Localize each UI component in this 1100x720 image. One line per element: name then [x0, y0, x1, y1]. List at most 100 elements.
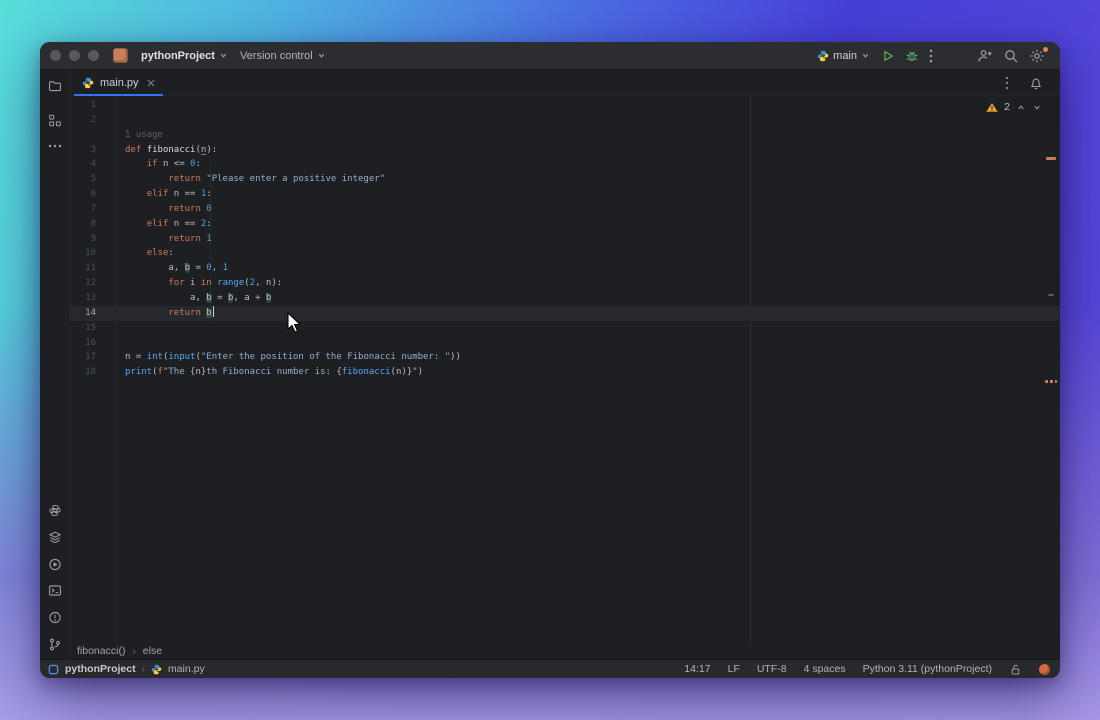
code-row[interactable]: 1	[70, 98, 1060, 113]
code-row[interactable]: 2	[70, 113, 1060, 128]
code-with-me-button[interactable]	[972, 46, 998, 66]
breadcrumb-item-function[interactable]: fibonacci()	[77, 645, 125, 657]
structure-tool-button[interactable]	[43, 108, 67, 132]
line-number[interactable]: 15	[70, 321, 102, 336]
run-config-name: main	[833, 50, 857, 62]
notification-indicator[interactable]	[1039, 664, 1050, 675]
run-configuration-selector[interactable]: main	[811, 47, 876, 65]
inspection-widget[interactable]: 2	[986, 101, 1042, 113]
status-project-name[interactable]: pythonProject	[65, 663, 136, 675]
status-file-name[interactable]: main.py	[168, 663, 205, 675]
breadcrumb-item-block[interactable]: else	[143, 645, 162, 657]
window-minimize-button[interactable]	[69, 50, 80, 61]
code-row[interactable]: 18print(f"The {n}th Fibonacci number is:…	[70, 365, 1060, 380]
problems-tool-button[interactable]	[43, 605, 67, 629]
next-problem-icon[interactable]	[1032, 103, 1042, 112]
code-row[interactable]: 11 a, b = 0, 1	[70, 261, 1060, 276]
line-number[interactable]: 11	[70, 261, 102, 276]
line-separator-widget[interactable]: LF	[728, 663, 740, 675]
project-menu[interactable]: pythonProject	[135, 47, 234, 65]
code-row[interactable]: 6 elif n == 1:	[70, 187, 1060, 202]
line-number[interactable]: 17	[70, 350, 102, 365]
code-row[interactable]: 12 for i in range(2, n):	[70, 276, 1060, 291]
code-line[interactable]: print(f"The {n}th Fibonacci number is: {…	[102, 365, 1060, 380]
tab-main-py[interactable]: main.py	[74, 70, 163, 96]
code-row[interactable]: 17n = int(input("Enter the position of t…	[70, 350, 1060, 365]
indent-widget[interactable]: 4 spaces	[804, 663, 846, 675]
problems-icon	[48, 610, 62, 625]
line-number[interactable]: 6	[70, 187, 102, 202]
code-line[interactable]: a, b = 0, 1	[102, 261, 1060, 276]
usage-hint[interactable]: 1 usage	[102, 128, 1060, 143]
line-number[interactable]: 12	[70, 276, 102, 291]
line-number[interactable]: 2	[70, 113, 102, 128]
tab-options-button[interactable]	[1000, 74, 1014, 92]
code-row[interactable]: 16	[70, 336, 1060, 351]
code-line[interactable]: return b	[102, 306, 1060, 321]
line-number[interactable]: 4	[70, 157, 102, 172]
line-number[interactable]: 3	[70, 143, 102, 158]
code-row[interactable]: 10 else:	[70, 246, 1060, 261]
error-stripe-mark[interactable]	[1048, 294, 1054, 296]
line-number[interactable]: 9	[70, 232, 102, 247]
interpreter-widget[interactable]: Python 3.11 (pythonProject)	[863, 663, 992, 675]
code-line[interactable]: return 1	[102, 232, 1060, 247]
code-line[interactable]: def fibonacci(n):	[102, 143, 1060, 158]
code-row[interactable]: 14 return b	[70, 306, 1060, 321]
lock-open-icon[interactable]	[1009, 663, 1022, 676]
titlebar: pythonProject Version control main	[40, 42, 1060, 70]
terminal-tool-button[interactable]	[43, 578, 67, 602]
line-number[interactable]: 14	[70, 306, 102, 321]
code-row[interactable]: 7 return 0	[70, 202, 1060, 217]
python-packages-tool-button[interactable]	[43, 498, 67, 522]
window-zoom-button[interactable]	[88, 50, 99, 61]
line-number[interactable]: 10	[70, 246, 102, 261]
notifications-button[interactable]	[1024, 74, 1048, 92]
services-tool-button[interactable]	[43, 525, 67, 549]
caret-position-widget[interactable]: 14:17	[684, 663, 710, 675]
error-stripe-mark[interactable]	[1046, 157, 1056, 160]
version-control-menu[interactable]: Version control	[234, 47, 332, 65]
more-tool-windows-button[interactable]	[43, 134, 67, 158]
run-button[interactable]	[876, 47, 900, 65]
code-row[interactable]: 8 elif n == 2:	[70, 217, 1060, 232]
code-row[interactable]: 4 if n <= 0:	[70, 157, 1060, 172]
prev-problem-icon[interactable]	[1016, 103, 1026, 112]
code-row[interactable]: 5 return "Please enter a positive intege…	[70, 172, 1060, 187]
line-number[interactable]: 16	[70, 336, 102, 351]
kebab-menu-icon	[1005, 76, 1009, 90]
error-stripe-mark[interactable]	[1045, 380, 1057, 383]
code-line[interactable]: return 0	[102, 202, 1060, 217]
version-control-tool-button[interactable]	[43, 632, 67, 656]
debug-button[interactable]	[900, 47, 924, 65]
line-number[interactable]: 1	[70, 98, 102, 113]
line-number[interactable]: 13	[70, 291, 102, 306]
project-tool-button[interactable]	[43, 74, 67, 98]
code-line[interactable]: a, b = b, a + b	[102, 291, 1060, 306]
code-line[interactable]: for i in range(2, n):	[102, 276, 1060, 291]
editor-pane[interactable]: 121 usage3def fibonacci(n):4 if n <= 0:5…	[70, 96, 1060, 643]
code-row[interactable]: 15	[70, 321, 1060, 336]
line-number[interactable]: 8	[70, 217, 102, 232]
code-line[interactable]: elif n == 2:	[102, 217, 1060, 232]
code-line[interactable]: n = int(input("Enter the position of the…	[102, 350, 1060, 365]
code-row[interactable]: 3def fibonacci(n):	[70, 143, 1060, 158]
line-number[interactable]: 5	[70, 172, 102, 187]
person-plus-icon	[977, 48, 993, 64]
encoding-widget[interactable]: UTF-8	[757, 663, 787, 675]
settings-button[interactable]	[1024, 46, 1050, 66]
search-everywhere-button[interactable]	[998, 46, 1024, 66]
code-line[interactable]: if n <= 0:	[102, 157, 1060, 172]
line-number[interactable]: 18	[70, 365, 102, 380]
code-line[interactable]: elif n == 1:	[102, 187, 1060, 202]
code-row[interactable]: 13 a, b = b, a + b	[70, 291, 1060, 306]
tab-close-icon[interactable]	[147, 79, 155, 87]
window-close-button[interactable]	[50, 50, 61, 61]
inlay-hint-row[interactable]: 1 usage	[70, 128, 1060, 143]
line-number[interactable]: 7	[70, 202, 102, 217]
run-tool-button[interactable]	[43, 552, 67, 576]
more-actions-button[interactable]	[924, 47, 938, 65]
code-line[interactable]: return "Please enter a positive integer"	[102, 172, 1060, 187]
code-line[interactable]: else:	[102, 246, 1060, 261]
code-row[interactable]: 9 return 1	[70, 232, 1060, 247]
